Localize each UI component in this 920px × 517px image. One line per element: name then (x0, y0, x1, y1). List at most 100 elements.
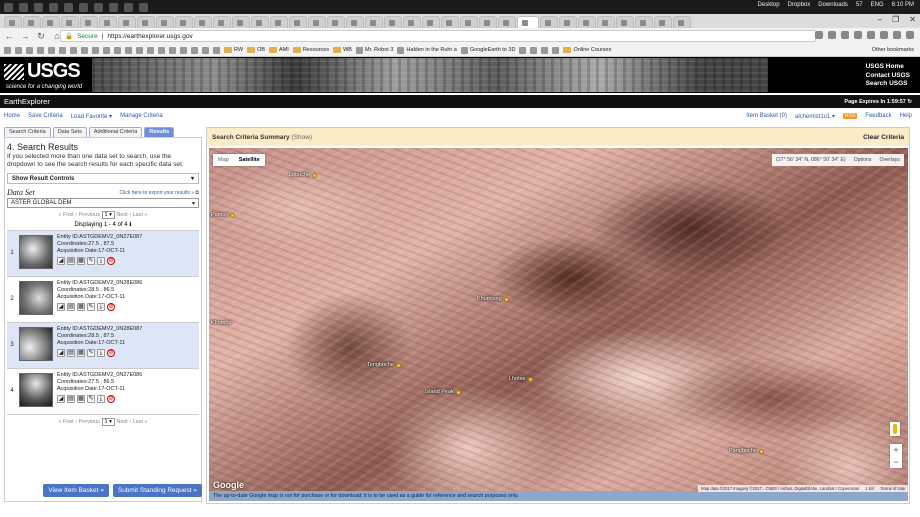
browser-tab[interactable] (460, 16, 478, 28)
compare-icon[interactable]: ▦ (77, 395, 85, 403)
metadata-icon[interactable]: ✎ (87, 257, 95, 265)
map-type-satellite[interactable]: Satellite (233, 154, 265, 166)
browser-tab[interactable] (441, 16, 459, 28)
bookmark-googleearth[interactable]: GoogleEarth to 3D (460, 46, 515, 54)
metadata-icon[interactable]: ✎ (87, 349, 95, 357)
user-menu[interactable]: alchemist1o1 ▾ (795, 113, 835, 120)
footprint-icon[interactable]: ◢ (57, 257, 65, 265)
browser-tab[interactable] (578, 16, 596, 28)
browser-tab[interactable] (137, 16, 155, 28)
refresh-icon[interactable]: ↻ (907, 99, 912, 105)
browser-tab[interactable] (175, 16, 193, 28)
bookmark-icon[interactable] (103, 46, 110, 54)
bookmark-icon[interactable] (37, 46, 44, 54)
place-marker[interactable]: Island Peak (425, 389, 461, 395)
browse-overlay-icon[interactable]: ▤ (67, 395, 75, 403)
place-marker[interactable]: Khumjung (477, 296, 509, 302)
download-icon[interactable]: ⤓ (97, 303, 105, 311)
browse-overlay-icon[interactable]: ▤ (67, 257, 75, 265)
app-icon[interactable] (124, 2, 133, 12)
pager-prev[interactable]: « First ‹ Previous (58, 419, 100, 425)
app-icon[interactable] (49, 2, 58, 12)
pager-prev[interactable]: « First ‹ Previous (58, 212, 100, 218)
place-marker[interactable]: Lhotse (509, 376, 533, 382)
browser-tab[interactable] (635, 16, 653, 28)
browser-tab[interactable] (118, 16, 136, 28)
bookmark-icon[interactable] (541, 46, 549, 54)
bookmark-icon[interactable] (4, 46, 11, 54)
browser-tab[interactable] (597, 16, 615, 28)
show-result-controls[interactable]: Show Result Controls ▾ (7, 173, 199, 184)
place-marker[interactable]: Pangboche (729, 448, 764, 454)
exclude-icon[interactable]: ⊘ (107, 349, 115, 357)
minimize-button[interactable]: – (878, 15, 882, 24)
result-thumbnail[interactable] (19, 327, 53, 361)
feedback-link[interactable]: Feedback (865, 113, 891, 119)
download-icon[interactable]: ⤓ (97, 349, 105, 357)
export-results-link[interactable]: Click here to export your results » ⧉ (120, 190, 199, 196)
footprint-icon[interactable]: ◢ (57, 349, 65, 357)
bookmark-icon[interactable] (92, 46, 99, 54)
compare-icon[interactable]: ▦ (77, 349, 85, 357)
exclude-icon[interactable]: ⊘ (107, 395, 115, 403)
browser-tab[interactable] (194, 16, 212, 28)
extension-icon[interactable] (893, 31, 901, 39)
rss-icon[interactable]: RSS (843, 113, 858, 119)
browser-tab[interactable] (213, 16, 231, 28)
place-marker[interactable]: Khumbu (211, 320, 232, 326)
metadata-icon[interactable]: ✎ (87, 303, 95, 311)
bookmark-folder-ami[interactable]: AMI (269, 47, 289, 53)
page-select[interactable]: 1 ▾ (101, 418, 115, 426)
bookmark-icon[interactable] (125, 46, 132, 54)
extension-icon[interactable] (880, 31, 888, 39)
metadata-icon[interactable]: ✎ (87, 395, 95, 403)
browser-tab[interactable] (99, 16, 117, 28)
menu-manage-criteria[interactable]: Manage Criteria (120, 113, 163, 119)
download-icon[interactable]: ⤓ (97, 257, 105, 265)
compare-icon[interactable]: ▦ (77, 257, 85, 265)
usgs-home-link[interactable]: USGS Home (866, 63, 910, 72)
dataset-select[interactable]: ASTER GLOBAL DEM ▾ (7, 198, 199, 208)
menu-load-favorite[interactable]: Load Favorite ▾ (71, 113, 112, 120)
satellite-map[interactable]: Map Satellite (27° 56' 34" N, 086° 50' 3… (209, 148, 908, 492)
menu-save-criteria[interactable]: Save Criteria (28, 113, 63, 119)
bookmark-icon[interactable] (213, 46, 220, 54)
extension-icon[interactable] (867, 31, 875, 39)
app-icon[interactable] (19, 2, 28, 12)
browse-overlay-icon[interactable]: ▤ (67, 349, 75, 357)
pager-next[interactable]: Next › Last » (116, 419, 147, 425)
browser-tab-active[interactable] (517, 16, 539, 28)
place-marker[interactable]: Pumori (211, 212, 236, 218)
tray-dropbox[interactable]: Dropbox (788, 2, 811, 8)
map-options-button[interactable]: Options (854, 157, 872, 163)
browser-tab[interactable] (270, 16, 288, 28)
browser-tab[interactable] (23, 16, 41, 28)
menu-icon[interactable] (906, 31, 914, 39)
zoom-out-button[interactable]: − (890, 456, 902, 468)
app-icon[interactable] (109, 2, 118, 12)
close-window-button[interactable]: ✕ (909, 15, 916, 24)
browser-tab[interactable] (654, 16, 672, 28)
browser-tab[interactable] (232, 16, 250, 28)
url-text[interactable]: https://earthexplorer.usgs.gov (107, 33, 192, 40)
bookmark-icon[interactable] (59, 46, 66, 54)
bookmark-halden[interactable]: Halden in the Ruhr a (397, 46, 457, 54)
usgs-logo[interactable]: USGS (4, 60, 81, 83)
terms-of-use-link[interactable]: Terms of Use (880, 486, 905, 491)
browser-tab[interactable] (289, 16, 307, 28)
tray-battery[interactable]: 57 (856, 2, 863, 8)
extension-icon[interactable] (815, 31, 823, 39)
browser-tab[interactable] (403, 16, 421, 28)
bookmark-icon[interactable] (519, 46, 527, 54)
browser-tab[interactable] (61, 16, 79, 28)
pager-next[interactable]: Next › Last » (116, 212, 147, 218)
bookmark-folder-online-courses[interactable]: Online Courses (563, 47, 611, 53)
bookmark-folder-wb[interactable]: WB (333, 47, 352, 53)
map-type-map[interactable]: Map (213, 154, 234, 166)
street-view-pegman-icon[interactable] (890, 422, 900, 436)
bookmark-icon[interactable] (136, 46, 143, 54)
tray-language[interactable]: ENG (871, 2, 884, 8)
bookmark-icon[interactable] (180, 46, 187, 54)
bookmark-folder-rw[interactable]: RW (224, 47, 243, 53)
bookmark-icon[interactable] (26, 46, 33, 54)
